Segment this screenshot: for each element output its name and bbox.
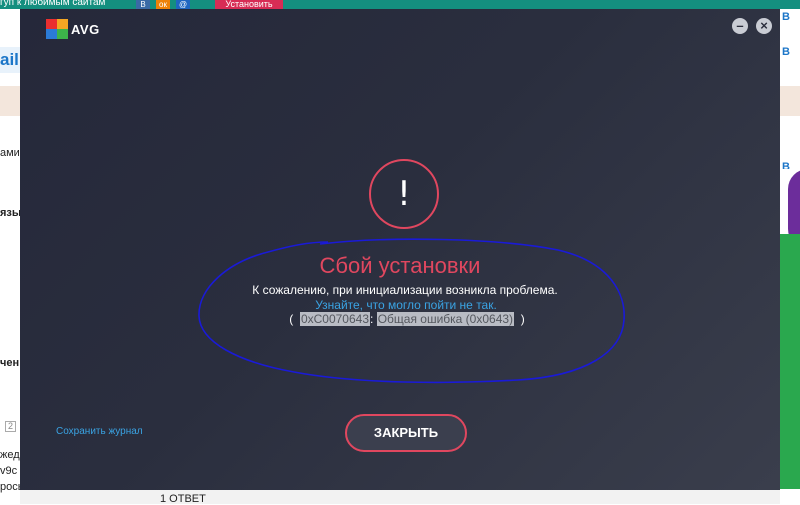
help-icon[interactable]: 2 <box>5 421 16 432</box>
banner <box>0 86 20 116</box>
exclamation-icon: ! <box>369 159 439 229</box>
brand-name: AVG <box>71 21 100 37</box>
alert-symbol: ! <box>397 174 411 214</box>
site-logo[interactable]: ail. <box>0 47 24 73</box>
banner <box>780 86 800 116</box>
learn-more-link[interactable]: Узнайте, что могло пойти не так. <box>20 298 780 312</box>
page-text: v9c <box>0 465 18 477</box>
code-separator: : <box>370 312 374 326</box>
page-text: язы <box>0 207 22 219</box>
error-title: Сбой установки <box>319 253 481 278</box>
error-code-line: ( 0xC0070643: Общая ошибка (0x0643) ) <box>20 312 780 326</box>
answers-count[interactable]: 1 ОТВЕТ <box>160 493 206 505</box>
mail-icon[interactable]: @ <box>176 0 190 9</box>
page-text: жед <box>0 449 20 461</box>
error-message: К сожалению, при инициализации возникла … <box>252 283 558 297</box>
favorites-text[interactable]: гуп к любимым сайтам <box>0 0 105 8</box>
page-text: В <box>782 11 790 23</box>
save-log-link[interactable]: Сохранить журнал <box>56 426 143 437</box>
paren-close: ) <box>520 312 525 326</box>
background-page-left: ail. ами язы чен 2 жед v9c росы: 1 <box>0 9 38 504</box>
close-dialog-button[interactable]: ЗАКРЫТЬ <box>345 414 467 452</box>
page-text: В <box>782 46 790 58</box>
avg-logo-icon <box>46 19 68 39</box>
paren-open: ( <box>289 312 294 326</box>
page-text: чен <box>0 357 20 369</box>
odnoklassniki-icon[interactable]: ок <box>156 0 170 9</box>
page-text: ами <box>0 147 20 159</box>
ad-banner[interactable] <box>780 234 800 489</box>
browser-toolbar: гуп к любимым сайтам В ок @ Установить <box>0 0 800 9</box>
error-description[interactable]: Общая ошибка (0x0643) <box>376 312 515 326</box>
background-page-right: В В В <box>780 9 800 504</box>
close-button[interactable]: × <box>756 18 772 34</box>
avg-install-dialog: AVG – × ! Сбой установки К сожалению, пр… <box>20 9 780 490</box>
avg-logo: AVG <box>46 19 100 39</box>
install-button[interactable]: Установить <box>215 0 283 9</box>
minimize-button[interactable]: – <box>732 18 748 34</box>
error-code[interactable]: 0xC0070643 <box>299 312 370 326</box>
vk-icon[interactable]: В <box>136 0 150 9</box>
